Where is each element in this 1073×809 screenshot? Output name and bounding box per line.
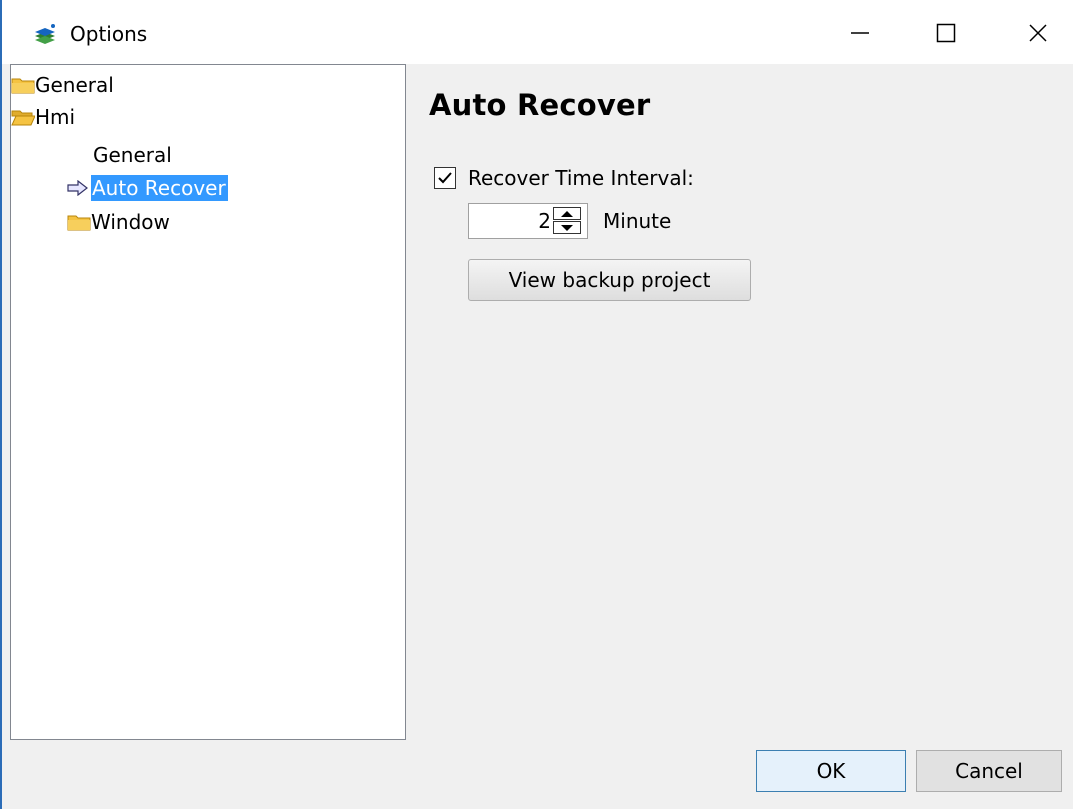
options-window: Options General Hmi General Auto Recover… (0, 0, 1073, 809)
arrow-right-icon (67, 180, 88, 196)
tree-item-hmi[interactable]: Hmi (11, 103, 75, 131)
maximize-icon (936, 23, 956, 43)
checkmark-icon (438, 172, 452, 184)
interval-value[interactable]: 2 (469, 204, 551, 238)
stepper-up-button[interactable] (553, 207, 581, 220)
tree-item-window[interactable]: Window (67, 208, 170, 236)
tree-item-label: Window (91, 210, 170, 234)
title-bar[interactable]: Options (2, 0, 1073, 64)
tree-item-auto-recover[interactable]: Auto Recover (67, 174, 228, 202)
folder-closed-icon (67, 215, 91, 231)
minimize-icon (851, 32, 869, 34)
recover-interval-label: Recover Time Interval: (468, 166, 694, 190)
tree-item-label: Hmi (35, 105, 76, 129)
cancel-button[interactable]: Cancel (916, 750, 1062, 792)
options-tree[interactable]: General Hmi General Auto Recover Window (10, 64, 406, 740)
triangle-up-icon (561, 210, 573, 217)
recover-interval-checkbox[interactable] (434, 167, 456, 189)
folder-open-icon (11, 110, 35, 126)
maximize-button[interactable] (914, 8, 978, 58)
app-icon (35, 24, 55, 44)
tree-item-label: General (93, 143, 172, 167)
tree-item-hmi-general[interactable]: General (93, 141, 172, 169)
recover-interval-checkbox-row[interactable]: Recover Time Interval: (434, 164, 694, 192)
tree-item-label: Auto Recover (91, 175, 228, 201)
view-backup-project-button[interactable]: View backup project (468, 259, 751, 301)
tree-item-label: General (35, 73, 114, 97)
tree-item-general[interactable]: General (11, 71, 114, 99)
interval-unit-label: Minute (603, 209, 672, 233)
window-title: Options (70, 22, 148, 46)
close-icon (1029, 24, 1047, 42)
stepper-down-button[interactable] (553, 221, 581, 234)
close-button[interactable] (1006, 8, 1070, 58)
triangle-down-icon (561, 224, 573, 231)
interval-stepper[interactable]: 2 (468, 203, 588, 239)
minimize-button[interactable] (828, 8, 892, 58)
stepper-buttons (553, 207, 583, 235)
folder-closed-icon (11, 78, 35, 94)
page-title: Auto Recover (429, 88, 651, 122)
ok-button[interactable]: OK (756, 750, 906, 792)
